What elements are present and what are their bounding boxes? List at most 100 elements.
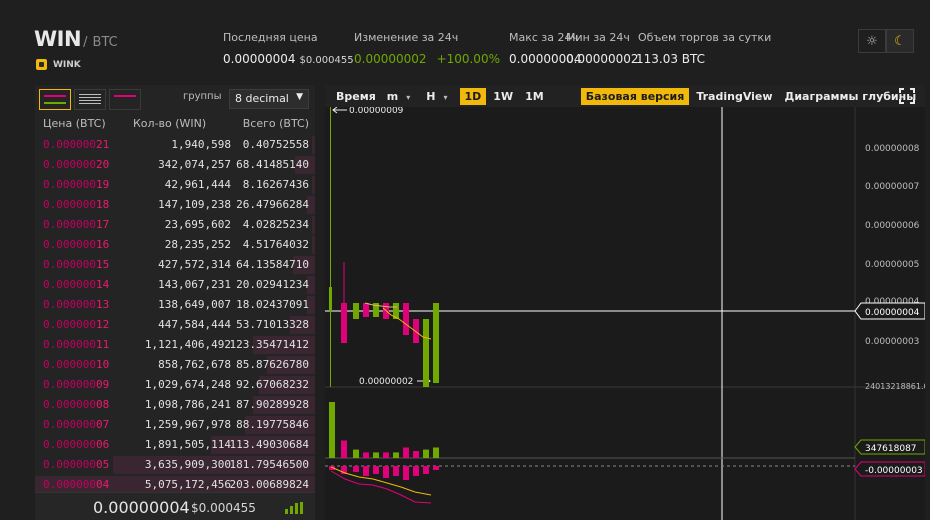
ask-quantity: 1,940,598 <box>171 138 231 151</box>
ask-total: 88.19775846 <box>236 418 309 431</box>
pair-base-symbol: WIN <box>34 27 82 51</box>
stat-value: 0.00000002 <box>566 52 639 66</box>
chart-canvas[interactable]: 0.00000008 0.00000007 0.00000006 0.00000… <box>325 107 925 520</box>
ask-row[interactable]: 0.00000008 1,098,786,241 87.90289928 <box>35 395 315 415</box>
moon-icon[interactable]: ☾ <box>886 29 914 53</box>
ask-price-significant: 07 <box>95 418 110 431</box>
ask-row[interactable]: 0.00000019 42,961,444 8.16267436 <box>35 175 315 195</box>
macd-bar <box>353 466 359 472</box>
volume-bar <box>329 402 335 458</box>
ask-price: 0.00000008 <box>43 398 109 411</box>
ask-total: 181.79546500 <box>229 458 309 471</box>
ask-total: 8.16267436 <box>242 178 309 191</box>
macd-bar <box>423 466 429 474</box>
ask-price: 0.00000017 <box>43 218 109 231</box>
ask-quantity: 138,649,007 <box>158 298 231 311</box>
ask-price: 0.00000004 <box>43 478 109 491</box>
col-total: Всего (BTC) <box>242 117 309 130</box>
depth-bar <box>312 176 315 194</box>
depth-bar <box>312 136 315 154</box>
interval-1w-button[interactable]: 1W <box>488 88 518 105</box>
volume-bar <box>373 452 379 458</box>
hour-dropdown[interactable]: H <box>422 88 451 105</box>
ask-quantity: 342,074,257 <box>158 158 231 171</box>
ask-row[interactable]: 0.00000015 427,572,314 64.13584710 <box>35 255 315 275</box>
ask-total: 203.00689824 <box>229 478 309 491</box>
minute-dropdown[interactable]: m <box>383 88 414 105</box>
current-price-label: 0.00000004 <box>865 308 920 318</box>
ask-row[interactable]: 0.00000010 858,762,678 85.87626780 <box>35 355 315 375</box>
fullscreen-icon[interactable] <box>899 88 915 104</box>
depth-bar <box>312 236 315 254</box>
macd-bar <box>393 466 399 476</box>
interval-1m-button[interactable]: 1M <box>520 88 549 105</box>
ask-row[interactable]: 0.00000011 1,121,406,492 123.35471412 <box>35 335 315 355</box>
ask-quantity: 447,584,444 <box>158 318 231 331</box>
ask-price-digits: 0.000000 <box>43 218 96 231</box>
macd-bar <box>403 466 409 480</box>
ask-row[interactable]: 0.00000007 1,259,967,978 88.19775846 <box>35 415 315 435</box>
asks-line-icon <box>44 95 66 97</box>
ask-row[interactable]: 0.00000016 28,235,252 4.51764032 <box>35 235 315 255</box>
view-bids-button[interactable] <box>74 89 106 110</box>
ask-price-digits: 0.000000 <box>43 198 96 211</box>
volume-bar <box>423 449 429 458</box>
ask-total: 4.51764032 <box>242 238 309 251</box>
ask-row[interactable]: 0.00000006 1,891,505,114 113.49030684 <box>35 435 315 455</box>
ask-rows: 0.00000021 1,940,598 0.40752558 0.00000020 3… <box>35 135 315 495</box>
price-axis-label: 0.00000005 <box>865 260 919 270</box>
view-asks-button[interactable] <box>109 89 141 110</box>
ask-row[interactable]: 0.00000018 147,109,238 26.47966284 <box>35 195 315 215</box>
interval-1d-button[interactable]: 1D <box>459 87 487 105</box>
ask-quantity: 147,109,238 <box>158 198 231 211</box>
ask-row[interactable]: 0.00000005 3,635,909,300 181.79546500 <box>35 455 315 475</box>
ask-quantity: 1,259,967,978 <box>144 418 231 431</box>
stat-value-row: 0.00000002 +100.00% <box>354 52 500 66</box>
ask-row[interactable]: 0.00000014 143,067,231 20.02941234 <box>35 275 315 295</box>
macd-tag-label: -0.00000003 <box>865 466 923 476</box>
ask-quantity: 1,029,674,248 <box>144 378 231 391</box>
ask-row[interactable]: 0.00000017 23,695,602 4.02825234 <box>35 215 315 235</box>
order-book: группы 8 decimal ▼ Цена (BTC) Кол-во (WI… <box>35 85 315 520</box>
ask-price-significant: 15 <box>95 258 110 271</box>
view-basic-button[interactable]: Базовая версия <box>580 87 690 105</box>
ask-price: 0.00000014 <box>43 278 109 291</box>
ask-price-significant: 11 <box>95 338 110 351</box>
ask-price: 0.00000005 <box>43 458 109 471</box>
ask-total: 92.67068232 <box>236 378 309 391</box>
ask-row[interactable]: 0.00000013 138,649,007 18.02437091 <box>35 295 315 315</box>
sun-icon[interactable]: ☼ <box>858 29 886 53</box>
view-both-button[interactable] <box>39 89 71 110</box>
ask-price-significant: 06 <box>95 438 110 451</box>
ask-price-digits: 0.000000 <box>43 258 96 271</box>
volume-bar <box>413 451 419 458</box>
ask-row[interactable]: 0.00000012 447,584,444 53.71013328 <box>35 315 315 335</box>
ask-price-significant: 20 <box>95 158 110 171</box>
ask-row[interactable]: 0.00000020 342,074,257 68.41485140 <box>35 155 315 175</box>
volume-bar <box>341 440 347 458</box>
pair-separator: / <box>83 35 88 50</box>
ask-total: 26.47966284 <box>236 198 309 211</box>
depth-bar <box>312 216 315 234</box>
book-view-toggle <box>39 89 141 110</box>
ask-total: 68.41485140 <box>236 158 309 171</box>
decimal-select[interactable]: 8 decimal ▼ <box>229 89 309 109</box>
ask-price: 0.00000021 <box>43 138 109 151</box>
stat-label: Объем торгов за сутки <box>638 31 772 44</box>
stat-label: Мин за 24ч <box>566 31 630 44</box>
volume-bar <box>403 447 409 458</box>
ask-row[interactable]: 0.00000009 1,029,674,248 92.67068232 <box>35 375 315 395</box>
ask-row[interactable]: 0.00000021 1,940,598 0.40752558 <box>35 135 315 155</box>
view-tradingview-button[interactable]: TradingView <box>691 88 777 105</box>
candlesticks <box>329 107 439 387</box>
ask-total: 113.49030684 <box>229 438 309 451</box>
stat-change-24h: Изменение за 24ч 0.00000002 +100.00% <box>354 31 500 66</box>
last-price: 0.00000004 <box>93 498 190 517</box>
ask-price-significant: 19 <box>95 178 110 191</box>
ask-price-digits: 0.000000 <box>43 398 96 411</box>
ask-price: 0.00000009 <box>43 378 109 391</box>
last-price-usd: $0.000455 <box>191 501 256 515</box>
ask-quantity: 3,635,909,300 <box>144 458 231 471</box>
stat-volume-24h: Объем торгов за сутки 113.03 BTC <box>636 31 772 66</box>
volume-bar <box>433 447 439 458</box>
